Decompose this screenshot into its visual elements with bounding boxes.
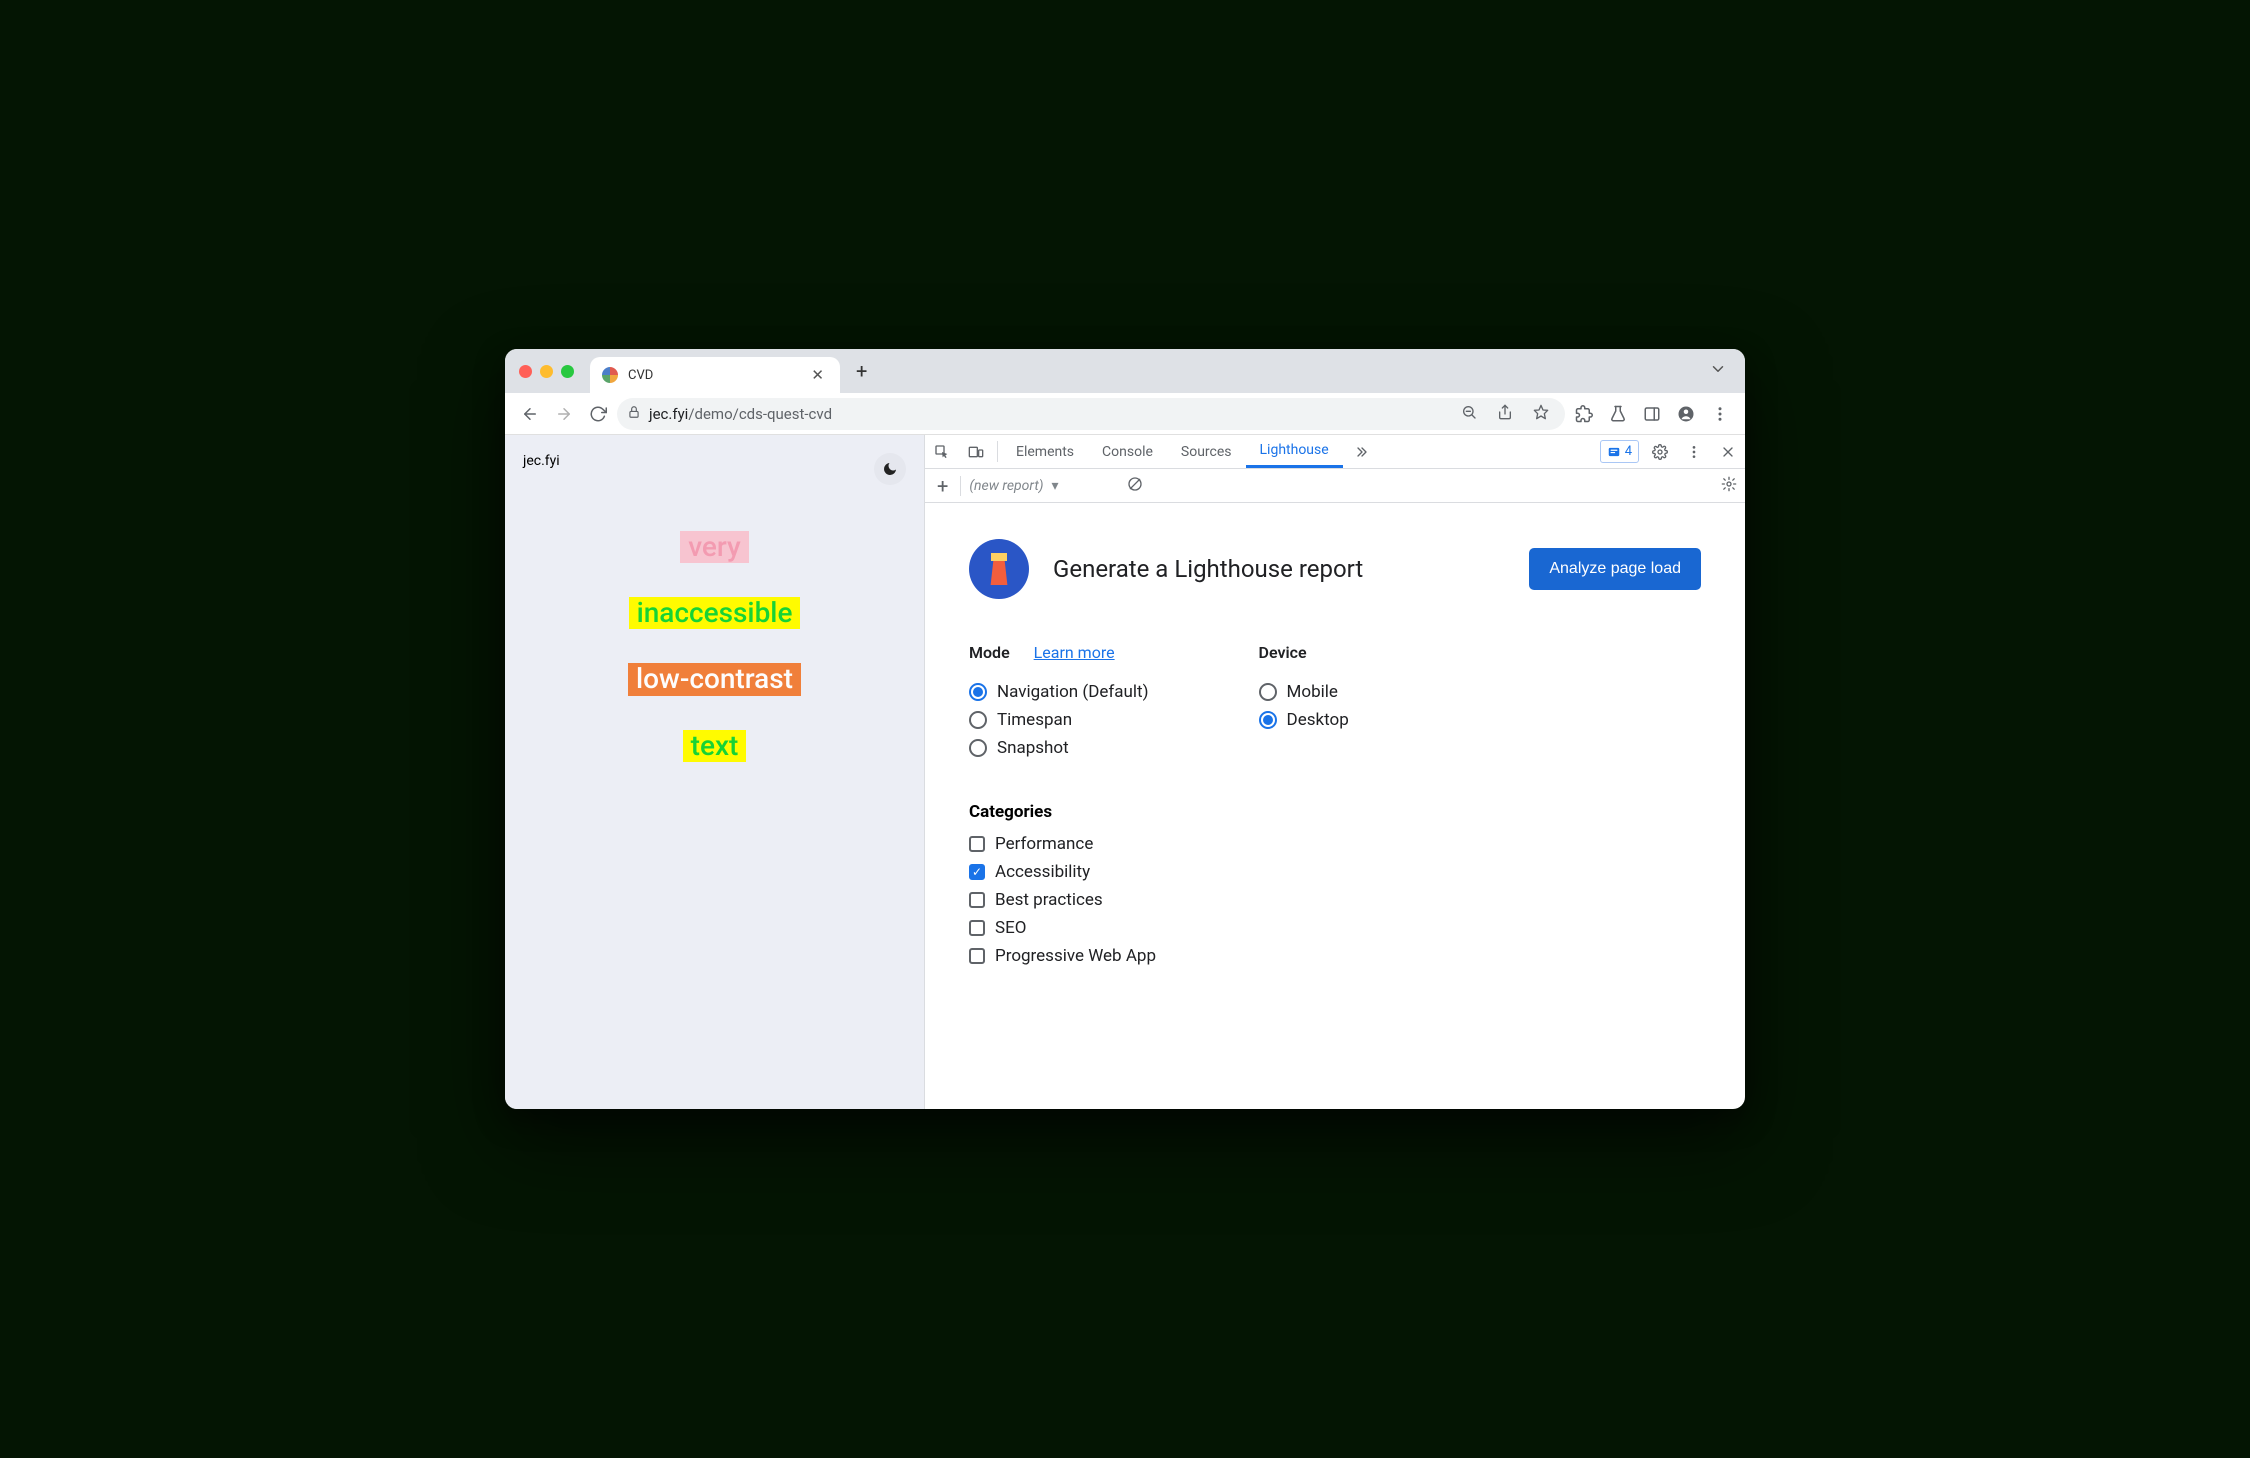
radio-icon: [1259, 711, 1277, 729]
checkbox-icon: [969, 920, 985, 936]
tab-title: CVD: [628, 368, 797, 383]
device-group: Device Mobile Desktop: [1259, 643, 1349, 766]
page-brand: jec.fyi: [523, 453, 560, 485]
close-tab-icon[interactable]: ✕: [807, 364, 828, 386]
devtools-tabs: ElementsConsoleSourcesLighthouse 4: [925, 435, 1745, 469]
device-option[interactable]: Mobile: [1259, 682, 1349, 702]
maximize-window-icon[interactable]: [561, 365, 574, 378]
category-option[interactable]: ✓ Accessibility: [969, 862, 1701, 882]
category-option[interactable]: Progressive Web App: [969, 946, 1701, 966]
new-report-button[interactable]: +: [933, 474, 952, 498]
mode-option-label: Timespan: [997, 710, 1072, 730]
browser-toolbar: jec.fyi/demo/cds-quest-cvd: [505, 393, 1745, 435]
mode-option-label: Navigation (Default): [997, 682, 1149, 702]
device-option[interactable]: Desktop: [1259, 710, 1349, 730]
favicon-icon: [602, 367, 618, 383]
devtools-tab-console[interactable]: Console: [1088, 435, 1167, 468]
issues-badge[interactable]: 4: [1600, 440, 1639, 463]
dark-mode-toggle[interactable]: [874, 453, 906, 485]
tab-strip: CVD ✕ +: [505, 349, 1745, 393]
checkbox-icon: [969, 948, 985, 964]
tabs-dropdown-icon[interactable]: [1701, 352, 1735, 390]
learn-more-link[interactable]: Learn more: [1034, 643, 1115, 662]
lighthouse-body: Generate a Lighthouse report Analyze pag…: [925, 503, 1745, 1109]
url-text: jec.fyi/demo/cds-quest-cvd: [649, 405, 1447, 423]
category-option-label: Performance: [995, 834, 1093, 854]
lighthouse-toolbar: + (new report) ▾: [925, 469, 1745, 503]
devtools-tab-sources[interactable]: Sources: [1167, 435, 1246, 468]
radio-icon: [969, 683, 987, 701]
lighthouse-title: Generate a Lighthouse report: [1053, 555, 1505, 583]
lock-icon: [627, 405, 641, 423]
categories-label: Categories: [969, 802, 1701, 822]
labs-icon[interactable]: [1603, 399, 1633, 429]
kebab-menu-icon[interactable]: [1705, 399, 1735, 429]
mode-option[interactable]: Snapshot: [969, 738, 1149, 758]
demo-text-stack: very inaccessible low-contrast text: [505, 491, 924, 1109]
clear-icon[interactable]: [1127, 476, 1143, 496]
lighthouse-settings-icon[interactable]: [1721, 476, 1737, 496]
category-option[interactable]: Best practices: [969, 890, 1701, 910]
device-option-label: Desktop: [1287, 710, 1349, 730]
checkbox-icon: [969, 892, 985, 908]
devtools-settings-icon[interactable]: [1643, 435, 1677, 468]
back-button[interactable]: [515, 399, 545, 429]
checkbox-icon: [969, 836, 985, 852]
devtools-close-icon[interactable]: [1711, 435, 1745, 468]
more-tabs-icon[interactable]: [1343, 435, 1377, 468]
category-option-label: Best practices: [995, 890, 1103, 910]
browser-tab[interactable]: CVD ✕: [590, 357, 840, 393]
demo-word: inaccessible: [629, 597, 801, 629]
mode-option-label: Snapshot: [997, 738, 1069, 758]
radio-icon: [969, 711, 987, 729]
mode-option[interactable]: Timespan: [969, 710, 1149, 730]
inspect-element-icon[interactable]: [925, 435, 959, 468]
demo-word: very: [680, 531, 749, 563]
share-icon[interactable]: [1491, 402, 1519, 426]
devtools-tab-elements[interactable]: Elements: [1002, 435, 1088, 468]
lighthouse-logo-icon: [969, 539, 1029, 599]
window-controls: [519, 349, 574, 393]
category-option-label: Accessibility: [995, 862, 1090, 882]
category-option[interactable]: SEO: [969, 918, 1701, 938]
radio-icon: [1259, 683, 1277, 701]
browser-window: CVD ✕ + jec.fyi/demo/cds-quest-cvd je: [505, 349, 1745, 1109]
profile-avatar-icon[interactable]: [1671, 399, 1701, 429]
rendered-page: jec.fyi very inaccessible low-contrast text: [505, 435, 925, 1109]
reload-button[interactable]: [583, 399, 613, 429]
demo-word: text: [683, 730, 747, 762]
category-option-label: Progressive Web App: [995, 946, 1156, 966]
devtools-panel: ElementsConsoleSourcesLighthouse 4 + (ne…: [925, 435, 1745, 1109]
radio-icon: [969, 739, 987, 757]
device-toolbar-icon[interactable]: [959, 435, 993, 468]
zoom-icon[interactable]: [1455, 402, 1483, 426]
demo-word: low-contrast: [628, 663, 801, 695]
issues-count: 4: [1625, 444, 1632, 459]
devtools-tab-lighthouse[interactable]: Lighthouse: [1246, 435, 1343, 468]
address-bar[interactable]: jec.fyi/demo/cds-quest-cvd: [617, 398, 1565, 430]
categories-group: Categories Performance ✓ Accessibility Best…: [969, 802, 1701, 966]
checkbox-icon: ✓: [969, 864, 985, 880]
minimize-window-icon[interactable]: [540, 365, 553, 378]
forward-button[interactable]: [549, 399, 579, 429]
device-option-label: Mobile: [1287, 682, 1338, 702]
devtools-kebab-icon[interactable]: [1677, 435, 1711, 468]
device-label: Device: [1259, 643, 1307, 662]
category-option[interactable]: Performance: [969, 834, 1701, 854]
mode-group: Mode Learn more Navigation (Default) Time…: [969, 643, 1149, 766]
analyze-button[interactable]: Analyze page load: [1529, 548, 1701, 590]
report-selector-caret-icon[interactable]: ▾: [1052, 478, 1119, 494]
mode-label: Mode: [969, 643, 1010, 662]
report-selector-label[interactable]: (new report): [969, 478, 1043, 494]
side-panel-icon[interactable]: [1637, 399, 1667, 429]
bookmark-star-icon[interactable]: [1527, 402, 1555, 426]
close-window-icon[interactable]: [519, 365, 532, 378]
extensions-icon[interactable]: [1569, 399, 1599, 429]
category-option-label: SEO: [995, 918, 1026, 938]
new-tab-button[interactable]: +: [848, 355, 875, 387]
mode-option[interactable]: Navigation (Default): [969, 682, 1149, 702]
